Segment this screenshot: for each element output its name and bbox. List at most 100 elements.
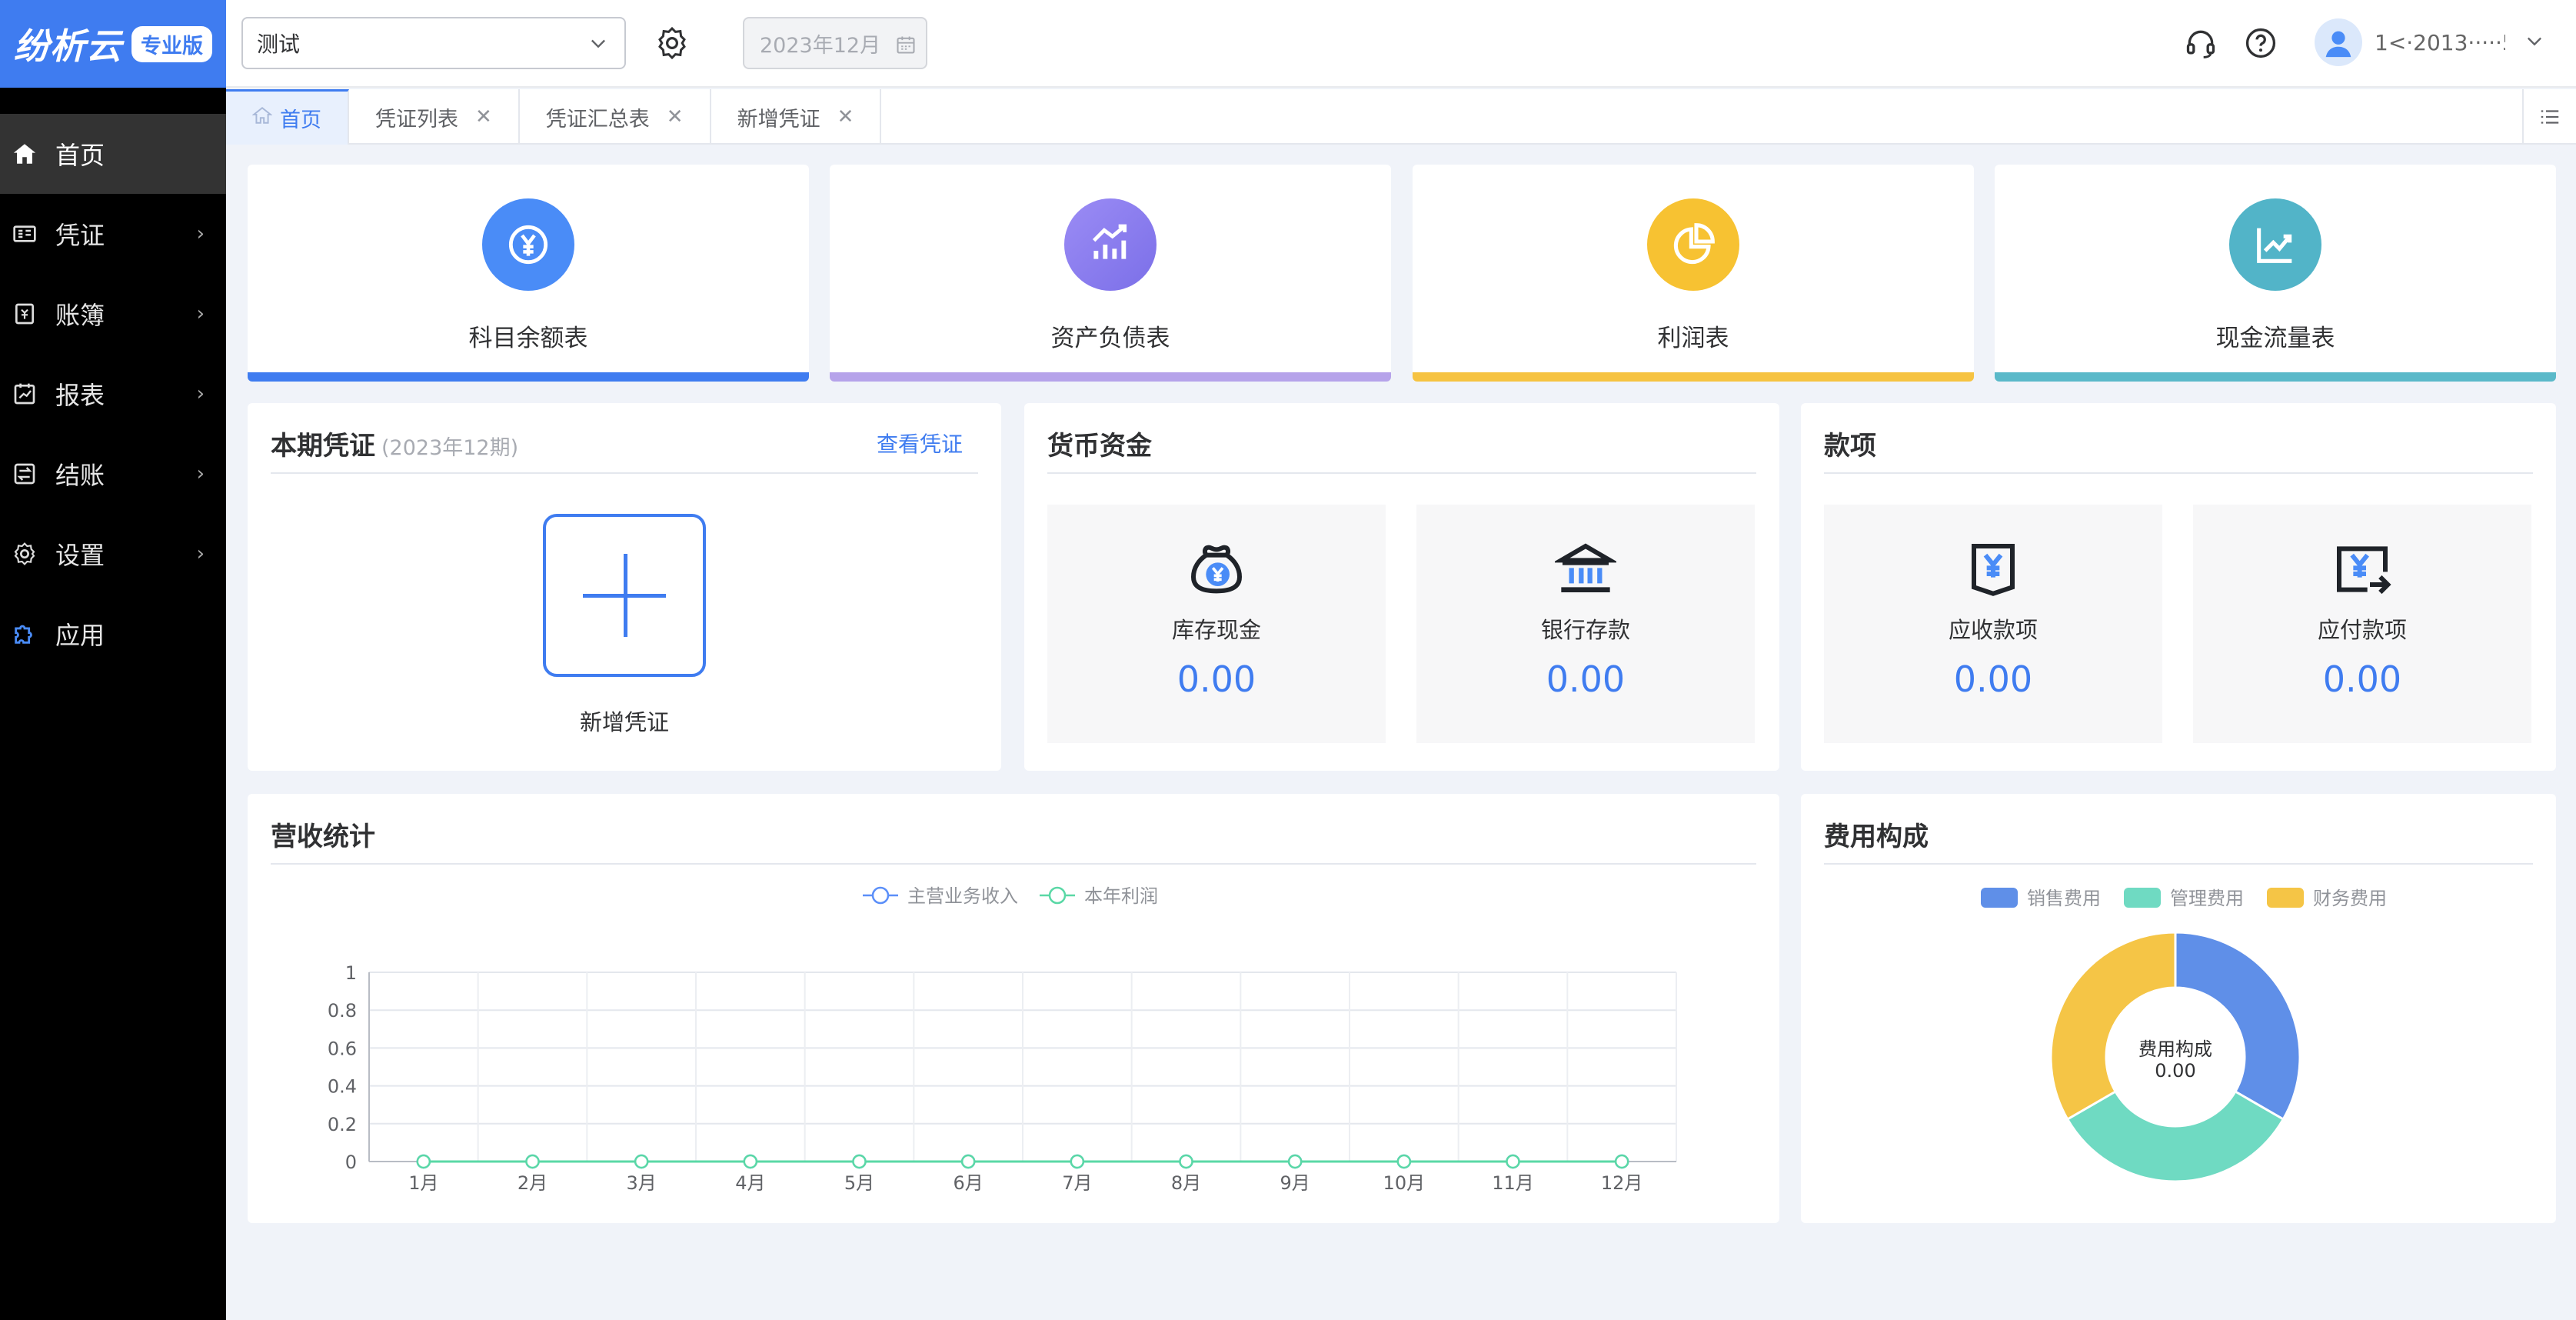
money-bag-icon (1186, 538, 1247, 600)
data-point (525, 1154, 540, 1169)
sidebar-item-voucher[interactable]: 凭证 › (0, 194, 226, 274)
tab-label: 新增凭证 (737, 107, 820, 132)
data-point (1614, 1154, 1629, 1169)
help-icon[interactable] (2244, 26, 2278, 60)
report-card-trial-balance[interactable]: 科目余额表 (248, 165, 809, 382)
legend-item: 财务费用 (2267, 888, 2387, 909)
x-tick-label: 8月 (1171, 1172, 1201, 1194)
report-card-bar (830, 372, 1391, 382)
tab-label: 凭证汇总表 (545, 107, 650, 132)
legend-label: 主营业务收入 (907, 885, 1018, 907)
chevron-down-icon (587, 32, 609, 59)
y-tick-label: 1 (345, 962, 357, 984)
report-card-bar (1413, 372, 1974, 382)
settings-icon (11, 540, 38, 568)
panel-subtitle: (2023年12期) (381, 436, 519, 460)
legend-item: 管理费用 (2124, 888, 2244, 909)
close-icon[interactable]: ✕ (837, 105, 854, 128)
panel-title: 本期凭证 (2023年12期) (271, 425, 518, 462)
x-tick-label: 7月 (1062, 1172, 1092, 1194)
payable-icon (2331, 538, 2393, 600)
funds-panel: 货币资金 库存现金 0.00 银行存款 0.00 (1024, 403, 1779, 771)
revenue-panel: 营收统计 主营业务收入 本年利润 0 0.2 0.4 0.6 0.8 1 1月 2月 3月 4月 5月 6… (248, 794, 1779, 1223)
tile-value: 0.00 (1546, 658, 1626, 700)
report-card-balance-sheet[interactable]: 资产负债表 (830, 165, 1391, 382)
tab-new-voucher[interactable]: 新增凭证 ✕ (711, 89, 882, 145)
gear-icon[interactable] (654, 25, 691, 62)
bank-deposit-tile[interactable]: 银行存款 0.00 (1416, 505, 1755, 743)
view-vouchers-link[interactable]: 查看凭证 (877, 428, 963, 458)
line-trend-icon (2229, 198, 2321, 291)
tile-value: 0.00 (1177, 658, 1256, 700)
x-tick-label: 6月 (954, 1172, 983, 1194)
y-tick-label: 0.8 (328, 1000, 357, 1022)
sidebar-item-label: 账簿 (55, 301, 105, 330)
chevron-right-icon: › (196, 542, 205, 565)
bar-trend-icon (1064, 198, 1157, 291)
company-select[interactable]: 测试 (241, 17, 626, 69)
tile-label: 应收款项 (1948, 617, 2038, 643)
home-icon (11, 140, 38, 168)
tab-voucher-summary[interactable]: 凭证汇总表 ✕ (520, 89, 711, 145)
tile-label: 库存现金 (1171, 617, 1261, 643)
report-card-cash-flow[interactable]: 现金流量表 (1995, 165, 2556, 382)
y-tick-label: 0.4 (328, 1076, 357, 1098)
tab-voucher-list[interactable]: 凭证列表 ✕ (349, 89, 520, 145)
report-card-label: 资产负债表 (1050, 325, 1170, 352)
panel-title: 款项 (1824, 431, 1876, 462)
yen-circle-icon (482, 198, 574, 291)
expense-donut-chart: 销售费用 管理费用 财务费用费用构成0.00 (1981, 888, 2387, 1183)
home-icon (251, 105, 273, 131)
top-header: 测试 2023年12月 1<·2013·····5 (226, 0, 2576, 88)
sidebar-item-apps[interactable]: 应用 (0, 594, 226, 674)
close-account-icon (11, 460, 38, 488)
tab-menu-icon[interactable] (2522, 89, 2576, 145)
period-picker[interactable]: 2023年12月 (743, 17, 927, 69)
legend-marker (871, 886, 890, 905)
report-card-bar (1995, 372, 2556, 382)
data-point (960, 1154, 976, 1169)
sidebar-item-settings[interactable]: 设置 › (0, 514, 226, 594)
data-point (1506, 1154, 1520, 1169)
tab-label: 凭证列表 (375, 107, 458, 132)
sidebar-item-ledger[interactable]: 账簿 › (0, 274, 226, 354)
sidebar-item-home[interactable]: 首页 (0, 114, 226, 194)
chevron-right-icon: › (196, 302, 205, 325)
app-logo[interactable]: 纷析云 专业版 (0, 0, 226, 88)
close-icon[interactable]: ✕ (475, 105, 492, 128)
receivable-tile[interactable]: 应收款项 0.00 (1824, 505, 2162, 743)
receivable-icon (1962, 538, 2024, 600)
sidebar-item-close-account[interactable]: 结账 › (0, 434, 226, 514)
report-card-label: 科目余额表 (468, 325, 588, 352)
ledger-icon (11, 300, 38, 328)
add-voucher-button[interactable] (543, 514, 706, 677)
report-icon (11, 380, 38, 408)
sidebar-item-label: 应用 (55, 621, 105, 650)
sidebar-item-label: 凭证 (55, 221, 105, 250)
revenue-line-chart: 主营业务收入 本年利润00.20.40.60.811月 2月 3月 4月 5月 6月 7月 8月… (328, 885, 1677, 1194)
data-point (852, 1154, 867, 1169)
close-icon[interactable]: ✕ (667, 105, 684, 128)
tab-home[interactable]: 首页 (226, 89, 349, 145)
legend-label: 管理费用 (2170, 888, 2244, 909)
report-card-label: 利润表 (1657, 325, 1729, 352)
user-menu[interactable]: 1<·2013·····5 (2315, 18, 2545, 66)
legend-swatch (2124, 888, 2161, 908)
pie-icon (1647, 198, 1739, 291)
voucher-icon (11, 220, 38, 248)
x-tick-label: 11月 (1492, 1172, 1534, 1194)
tab-bar: 首页 凭证列表 ✕ 凭证汇总表 ✕ 新增凭证 ✕ (226, 89, 2576, 145)
y-tick-label: 0 (345, 1152, 357, 1173)
headset-icon[interactable] (2184, 26, 2218, 60)
cash-tile[interactable]: 库存现金 0.00 (1047, 505, 1386, 743)
sidebar-item-report[interactable]: 报表 › (0, 354, 226, 434)
chevron-right-icon: › (196, 462, 205, 485)
chevron-down-icon (2524, 30, 2545, 55)
legend-item: 销售费用 (1981, 888, 2101, 909)
divider (271, 472, 978, 474)
payable-tile[interactable]: 应付款项 0.00 (2193, 505, 2531, 743)
sidebar-item-label: 设置 (55, 541, 105, 570)
report-card-income-statement[interactable]: 利润表 (1413, 165, 1974, 382)
legend-marker (1048, 886, 1067, 905)
legend-label: 财务费用 (2313, 888, 2387, 909)
